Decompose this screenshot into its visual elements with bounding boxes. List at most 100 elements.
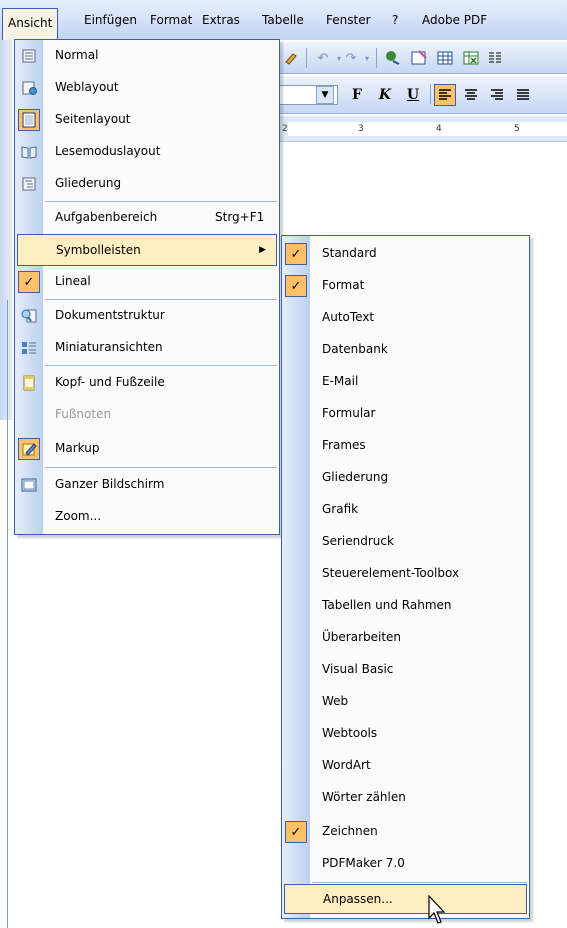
menu-item-miniaturansichten[interactable]: Miniaturansichten <box>15 332 279 364</box>
menu-item-label: Normal <box>55 48 99 62</box>
menu-item-label: Symbolleisten <box>56 243 141 257</box>
checkmark-icon: ✓ <box>18 271 40 293</box>
toolbar-item-wordart[interactable]: WordArt <box>282 750 529 782</box>
toolbar-item-seriendruck[interactable]: Seriendruck <box>282 526 529 558</box>
toolbar-item-standard[interactable]: ✓ Standard <box>282 238 529 270</box>
menu-item-label: Aufgabenbereich <box>55 210 158 224</box>
insert-table-icon[interactable] <box>434 47 456 69</box>
reading-mode-icon <box>18 141 40 163</box>
menu-item-lesemoduslayout[interactable]: Lesemoduslayout <box>15 136 279 168</box>
thumbnails-icon <box>18 337 40 359</box>
menu-item-label: Standard <box>322 246 377 260</box>
menu-item-label: Ganzer Bildschirm <box>55 477 165 491</box>
menu-ansicht[interactable]: Ansicht <box>2 8 59 40</box>
menu-item-label: Gliederung <box>55 176 122 190</box>
menu-item-label: Grafik <box>322 502 359 516</box>
align-center-icon[interactable] <box>460 84 482 106</box>
word-window: Ansicht Einfügen Format Extras Tabelle F… <box>0 0 567 928</box>
menu-item-label: WordArt <box>322 758 371 772</box>
menu-tabelle[interactable]: Tabelle <box>258 10 308 32</box>
toolbar-item-woerter-zaehlen[interactable]: Wörter zählen <box>282 782 529 814</box>
menu-item-label: Formular <box>322 406 376 420</box>
toolbar-item-gliederung[interactable]: Gliederung <box>282 462 529 494</box>
menu-format[interactable]: Format <box>146 10 196 32</box>
toolbar-item-format[interactable]: ✓ Format <box>282 270 529 302</box>
menu-item-label: Zeichnen <box>322 824 378 838</box>
hyperlink-icon[interactable] <box>382 47 404 69</box>
ruler-tick-label: 3 <box>358 124 364 134</box>
menu-item-markup[interactable]: Markup <box>15 433 279 465</box>
toolbar-item-email[interactable]: E-Mail <box>282 366 529 398</box>
align-left-icon[interactable] <box>434 84 456 106</box>
bold-button[interactable]: F <box>346 84 368 106</box>
toolbar-item-anpassen[interactable]: Anpassen... <box>284 884 527 914</box>
menu-adobe-pdf[interactable]: Adobe PDF <box>418 10 491 32</box>
standard-toolbar: ↶ ▾ ↷ ▾ <box>278 42 567 74</box>
toolbar-item-frames[interactable]: Frames <box>282 430 529 462</box>
menu-item-zoom[interactable]: Zoom... <box>15 501 279 533</box>
toolbar-item-steuerelement-toolbox[interactable]: Steuerelement-Toolbox <box>282 558 529 590</box>
menu-item-seitenlayout[interactable]: Seitenlayout <box>15 104 279 136</box>
toolbar-item-datenbank[interactable]: Datenbank <box>282 334 529 366</box>
menu-help[interactable]: ? <box>388 10 402 32</box>
menu-item-label: E-Mail <box>322 374 359 388</box>
toolbar-separator <box>430 84 431 104</box>
toolbar-item-zeichnen[interactable]: ✓ Zeichnen <box>282 816 529 848</box>
menu-item-label: Frames <box>322 438 366 452</box>
justify-icon[interactable] <box>512 84 534 106</box>
columns-icon[interactable] <box>484 47 506 69</box>
horizontal-ruler[interactable]: 2 3 4 5 <box>278 116 567 142</box>
menu-item-symbolleisten[interactable]: Symbolleisten ▶ <box>17 234 277 266</box>
menu-item-label: Anpassen... <box>323 892 393 906</box>
menu-item-lineal[interactable]: ✓ Lineal <box>15 266 279 298</box>
toolbar-item-webtools[interactable]: Webtools <box>282 718 529 750</box>
toolbar-item-formular[interactable]: Formular <box>282 398 529 430</box>
page-layout-icon <box>18 109 40 131</box>
menu-item-label: Dokumentstruktur <box>55 308 165 322</box>
menu-item-label: Steuerelement-Toolbox <box>322 566 460 580</box>
menu-item-label: Kopf- und Fußzeile <box>55 375 165 389</box>
menu-item-gliederung[interactable]: Gliederung <box>15 168 279 200</box>
tables-borders-icon[interactable] <box>408 47 430 69</box>
ruler-tick-label: 4 <box>436 124 442 134</box>
menu-item-label: AutoText <box>322 310 375 324</box>
format-painter-icon[interactable] <box>280 47 302 69</box>
menu-item-label: Visual Basic <box>322 662 394 676</box>
font-size-dropdown-icon[interactable]: ▼ <box>316 86 334 104</box>
menu-einfuegen[interactable]: Einfügen <box>80 10 141 32</box>
menu-item-label: Seitenlayout <box>55 112 131 126</box>
menu-item-kopf-fusszeile[interactable]: Kopf- und Fußzeile <box>15 367 279 399</box>
menu-item-label: Seriendruck <box>322 534 394 548</box>
menu-item-label: Format <box>322 278 365 292</box>
menu-item-label: Markup <box>55 441 100 455</box>
menu-item-dokumentstruktur[interactable]: Dokumentstruktur <box>15 300 279 332</box>
toolbar-item-ueberarbeiten[interactable]: Überarbeiten <box>282 622 529 654</box>
toolbar-item-visual-basic[interactable]: Visual Basic <box>282 654 529 686</box>
menu-item-normal[interactable]: Normal <box>15 40 279 72</box>
menu-item-label: Weblayout <box>55 80 119 94</box>
menu-fenster[interactable]: Fenster <box>322 10 375 32</box>
menu-extras[interactable]: Extras <box>198 10 244 32</box>
menu-item-aufgabenbereich[interactable]: Aufgabenbereich Strg+F1 <box>15 202 279 234</box>
menu-item-label: PDFMaker 7.0 <box>322 856 405 870</box>
italic-button[interactable]: K <box>374 84 396 106</box>
toolbar-item-pdfmaker[interactable]: PDFMaker 7.0 <box>282 848 529 880</box>
menu-item-label: Überarbeiten <box>322 630 402 644</box>
align-right-icon[interactable] <box>486 84 508 106</box>
toolbar-item-tabellen-rahmen[interactable]: Tabellen und Rahmen <box>282 590 529 622</box>
toolbar-item-autotext[interactable]: AutoText <box>282 302 529 334</box>
underline-button[interactable]: U <box>402 84 424 106</box>
menu-item-weblayout[interactable]: Weblayout <box>15 72 279 104</box>
toolbar-item-web[interactable]: Web <box>282 686 529 718</box>
document-map-icon <box>18 305 40 327</box>
menu-item-fussnoten: Fußnoten <box>15 399 279 431</box>
menu-item-ganzer-bildschirm[interactable]: Ganzer Bildschirm <box>15 469 279 501</box>
menu-bar: Ansicht Einfügen Format Extras Tabelle F… <box>0 0 567 40</box>
menu-separator <box>312 882 527 883</box>
checkmark-icon: ✓ <box>285 275 307 297</box>
menu-item-label: Lineal <box>55 274 91 288</box>
menu-item-label: Gliederung <box>322 470 389 484</box>
redo-dropdown-icon[interactable]: ▾ <box>356 47 378 69</box>
insert-excel-icon[interactable] <box>460 47 482 69</box>
toolbar-item-grafik[interactable]: Grafik <box>282 494 529 526</box>
